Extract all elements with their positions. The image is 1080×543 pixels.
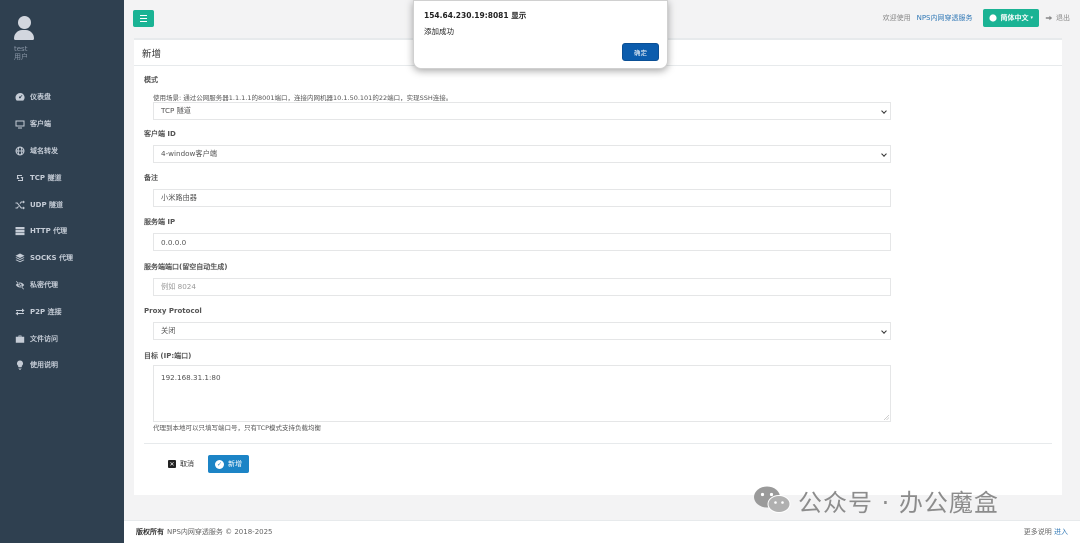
sidebar-item-label: 文件访问	[30, 334, 58, 343]
avatar-icon	[14, 16, 34, 42]
globe-icon	[989, 14, 998, 22]
mode-label: 模式	[144, 76, 158, 84]
language-label: 简体中文	[1000, 14, 1029, 22]
sidebar-item-udp[interactable]: UDP 隧道	[0, 191, 124, 218]
sidebar-item-label: P2P 连接	[30, 307, 62, 316]
sidebar-item-label: 仪表盘	[30, 93, 51, 102]
target-textarea[interactable]: 192.168.31.1:80	[153, 365, 891, 422]
remark-input[interactable]: 小米路由器	[153, 189, 891, 207]
copyright-text: NPS内网穿透服务 © 2018-2025	[167, 528, 273, 536]
submit-label: 新增	[228, 460, 242, 468]
proxy-protocol-label: Proxy Protocol	[144, 307, 202, 315]
welcome-text: 欢迎使用	[882, 14, 911, 22]
close-icon: ✕	[168, 460, 176, 468]
brand-link[interactable]: NPS内网穿透服务	[917, 13, 973, 23]
user-name: test	[14, 45, 28, 53]
sidebar-item-clients[interactable]: 客户端	[0, 111, 124, 138]
target-label: 目标 (IP:端口)	[144, 352, 192, 360]
sidebar-item-tcp[interactable]: TCP 隧道	[0, 164, 124, 191]
sidebar-item-socks[interactable]: SOCKS 代理	[0, 245, 124, 272]
cancel-label: 取消	[180, 460, 194, 468]
client-id-select[interactable]: 4-window客户端	[153, 145, 891, 163]
sidebar-item-label: 客户端	[30, 120, 51, 129]
alert-dialog: 154.64.230.19:8081 显示 添加成功 确定	[413, 0, 668, 69]
watermark: 公众号 · 办公魔盒	[752, 482, 999, 518]
caret-down-icon: ▾	[1030, 15, 1033, 21]
client-id-label: 客户端 ID	[144, 130, 176, 138]
check-circle-icon: ✓	[215, 459, 224, 469]
sidebar-item-label: UDP 隧道	[30, 200, 64, 209]
sidebar-item-label: 域名转发	[30, 146, 58, 155]
more-link[interactable]: 进入	[1054, 528, 1068, 536]
lightbulb-icon	[14, 360, 25, 370]
sidebar-item-label: 使用说明	[30, 361, 58, 370]
cancel-button[interactable]: ✕ 取消	[163, 455, 199, 473]
form-divider	[144, 443, 1052, 444]
language-dropdown-button[interactable]: 简体中文 ▾	[983, 9, 1039, 27]
alert-ok-button[interactable]: 确定	[622, 43, 659, 61]
menu-toggle-button[interactable]	[133, 10, 154, 27]
mode-hint: 使用场景: 通过公网服务器1.1.1.1的8001端口，连接内网机器10.1.5…	[153, 94, 453, 102]
sidebar: test 用户 仪表盘 客户端 域名转发 TCP 隧道 UDP 隧道 HTTP …	[0, 0, 124, 543]
monitor-icon	[14, 119, 25, 129]
sidebar-item-domain[interactable]: 域名转发	[0, 138, 124, 165]
globe-icon	[14, 146, 25, 156]
layers-icon	[14, 253, 25, 263]
shuffle-icon	[14, 200, 25, 210]
exchange-icon	[14, 307, 25, 317]
more-text: 更多说明	[1023, 528, 1052, 536]
sidebar-nav: 仪表盘 客户端 域名转发 TCP 隧道 UDP 隧道 HTTP 代理 SOCKS…	[0, 84, 124, 379]
sidebar-item-secret[interactable]: 私密代理	[0, 272, 124, 299]
server-port-label: 服务端端口(留空自动生成)	[144, 263, 228, 271]
sidebar-item-help[interactable]: 使用说明	[0, 352, 124, 379]
server-ip-label: 服务端 IP	[144, 218, 176, 226]
sidebar-item-label: TCP 隧道	[30, 173, 62, 182]
wechat-icon	[754, 486, 791, 513]
sidebar-item-label: HTTP 代理	[30, 227, 68, 236]
briefcase-icon	[14, 334, 25, 344]
sidebar-item-file[interactable]: 文件访问	[0, 325, 124, 352]
dashboard-icon	[14, 92, 25, 102]
user-role: 用户	[14, 53, 28, 61]
sidebar-item-label: SOCKS 代理	[30, 254, 74, 263]
alert-title: 154.64.230.19:8081 显示	[424, 11, 527, 20]
logout-label: 退出	[1056, 14, 1070, 22]
top-right-area: 欢迎使用 NPS内网穿透服务 简体中文 ▾ 退出	[883, 9, 1070, 27]
server-port-input[interactable]: 例如 8024	[153, 278, 891, 296]
footer-more: 更多说明 进入	[1024, 527, 1068, 537]
eye-slash-icon	[14, 280, 25, 290]
sidebar-item-http[interactable]: HTTP 代理	[0, 218, 124, 245]
logout-link[interactable]: 退出	[1045, 13, 1070, 23]
alert-message: 添加成功	[424, 27, 454, 36]
footer: 版权所有 NPS内网穿透服务 © 2018-2025 更多说明 进入	[124, 520, 1080, 543]
sidebar-item-label: 私密代理	[30, 280, 58, 289]
sidebar-item-dashboard[interactable]: 仪表盘	[0, 84, 124, 111]
target-hint: 代理到本地可以只填写端口号，只有TCP模式支持负载均衡	[153, 424, 322, 432]
copyright-label: 版权所有	[136, 528, 164, 536]
sidebar-item-p2p[interactable]: P2P 连接	[0, 298, 124, 325]
server-icon	[14, 226, 25, 236]
watermark-text: 公众号 · 办公魔盒	[798, 488, 999, 517]
submit-button[interactable]: ✓ 新增	[208, 455, 249, 473]
user-profile: test 用户	[0, 0, 124, 80]
remark-label: 备注	[144, 174, 158, 182]
retweet-icon	[14, 173, 25, 183]
server-ip-input[interactable]: 0.0.0.0	[153, 233, 891, 251]
sign-out-icon	[1045, 15, 1053, 21]
form-card: 新增 模式 使用场景: 通过公网服务器1.1.1.1的8001端口，连接内网机器…	[134, 38, 1062, 495]
mode-select[interactable]: TCP 隧道	[153, 102, 891, 120]
proxy-protocol-select[interactable]: 关闭	[153, 322, 891, 340]
